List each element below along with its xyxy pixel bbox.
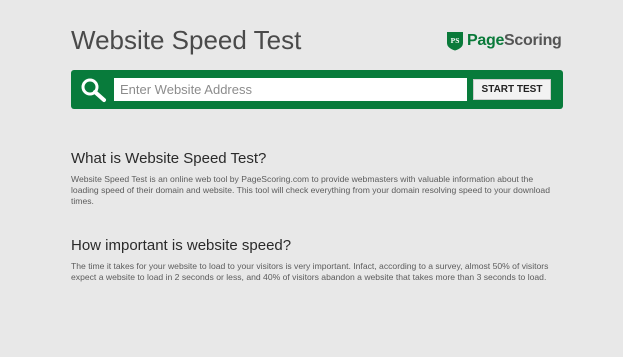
website-address-input[interactable] — [114, 78, 467, 101]
start-test-button[interactable]: START TEST — [473, 79, 551, 100]
search-bar: START TEST — [71, 70, 563, 109]
logo-text: PageScoring — [467, 32, 562, 50]
shield-badge-icon: PS — [447, 32, 463, 51]
section-body-what-is: Website Speed Test is an online web tool… — [71, 174, 550, 206]
section-heading-how-important: How important is website speed? — [71, 237, 292, 254]
logo-text-scoring: Scoring — [504, 32, 562, 49]
section-body-how-important: The time it takes for your website to lo… — [71, 261, 549, 282]
logo-badge-text: PS — [451, 36, 460, 45]
pagescoring-logo[interactable]: PS PageScoring — [446, 31, 562, 51]
page-title: Website Speed Test — [71, 25, 302, 55]
search-icon — [81, 78, 106, 102]
section-heading-what-is: What is Website Speed Test? — [71, 150, 267, 167]
logo-text-page: Page — [467, 32, 505, 49]
